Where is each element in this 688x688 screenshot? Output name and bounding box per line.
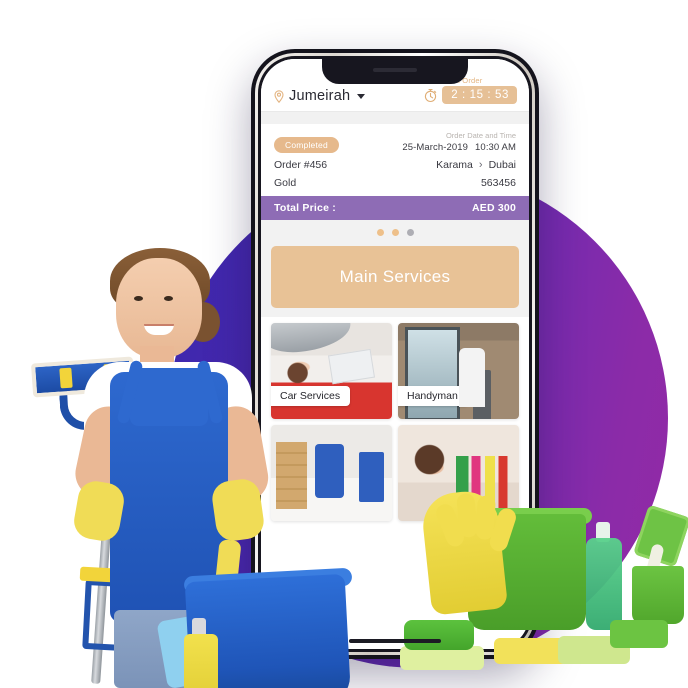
header-divider <box>261 111 529 124</box>
location-name: Jumeirah <box>289 88 351 104</box>
green-spray-bottle <box>586 538 622 630</box>
carousel-dot-3[interactable] <box>406 229 414 236</box>
carousel-dot-1[interactable] <box>376 229 384 236</box>
green-cup <box>632 566 684 624</box>
service-card-label: Handyman <box>398 386 468 406</box>
glove-right <box>210 476 266 544</box>
chevron-down-icon <box>357 93 366 99</box>
route-from: Karama <box>436 159 473 171</box>
face <box>116 258 202 358</box>
total-price-label: Total Price : <box>274 202 336 214</box>
location-selector[interactable]: Jumeirah <box>274 88 366 104</box>
order-time: 10:30 AM <box>475 142 516 153</box>
carousel-dot-2[interactable] <box>391 229 399 236</box>
hero-scene: Jumeirah Next Order 2: 15: 53 Complete… <box>0 0 688 688</box>
apron-bib <box>130 368 208 426</box>
location-pin-icon <box>274 89 284 103</box>
table-row: Order #456 Karama › Dubai <box>274 153 516 171</box>
main-services-banner[interactable]: Main Services <box>271 246 519 308</box>
countdown-timer: 2 : 15 : 53 <box>442 86 517 104</box>
eye-left <box>134 296 143 301</box>
cleaning-supplies-cluster <box>400 470 688 688</box>
cleaning-lady-figure <box>18 248 353 688</box>
order-card[interactable]: Completed Order Date and Time 25-March-2… <box>261 124 529 220</box>
sponge-yellow <box>494 638 568 664</box>
status-badge: Completed <box>274 137 339 153</box>
table-row: Gold 563456 <box>274 171 516 189</box>
service-card-handyman[interactable]: Handyman <box>398 323 519 419</box>
order-date: 25-March-2019 <box>402 142 469 153</box>
earpiece-speaker <box>373 68 417 72</box>
total-price-bar: Total Price : AED 300 <box>261 196 529 220</box>
order-number: Order #456 <box>274 159 328 171</box>
stopwatch-icon <box>423 88 438 103</box>
next-order-timer-row: 2 : 15 : 53 <box>423 86 517 104</box>
home-indicator <box>349 639 441 643</box>
order-route: Karama › Dubai <box>436 159 516 171</box>
phone-notch <box>322 59 468 84</box>
order-datetime: Order Date and Time 25-March-2019 10:30 A… <box>402 131 516 153</box>
yellow-rubber-glove <box>419 488 519 616</box>
sponge-green <box>404 620 474 650</box>
order-datetime-value: 25-March-2019 10:30 AM <box>402 142 516 153</box>
mop-clip-left <box>59 367 73 389</box>
spray-bottle <box>184 634 218 688</box>
order-datetime-label: Order Date and Time <box>445 131 516 140</box>
order-card-top: Completed Order Date and Time 25-March-2… <box>274 131 516 153</box>
sponge-dark-green <box>610 620 668 648</box>
route-arrow-icon: › <box>478 159 483 171</box>
eye-right <box>164 296 173 301</box>
carousel-dots[interactable] <box>261 220 529 244</box>
order-reference: 563456 <box>480 177 516 189</box>
route-to: Dubai <box>488 159 516 171</box>
order-tier: Gold <box>274 177 297 189</box>
total-price-value: AED 300 <box>471 202 516 214</box>
